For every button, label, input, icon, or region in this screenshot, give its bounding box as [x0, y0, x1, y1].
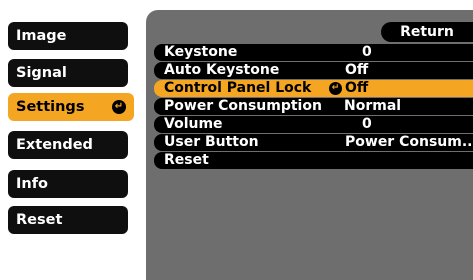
row-power-consumption[interactable]: Power Consumption Normal: [154, 98, 473, 115]
enter-icon: ↵: [112, 100, 126, 114]
sidebar-item-label: Signal: [16, 65, 67, 81]
row-label: Reset: [164, 152, 209, 168]
row-value: Off: [345, 62, 369, 78]
row-reset[interactable]: Reset: [154, 152, 473, 169]
sidebar-item-label: Settings: [16, 99, 85, 115]
sidebar-item-extended[interactable]: Extended: [8, 131, 128, 159]
row-value: Normal: [344, 98, 402, 114]
row-control-panel-lock[interactable]: Control Panel Lock ↵ Off: [154, 80, 473, 97]
row-user-button[interactable]: User Button Power Consum...: [154, 134, 473, 151]
row-value: Off: [345, 80, 369, 96]
sidebar-item-label: Info: [16, 176, 48, 192]
sidebar-item-image[interactable]: Image: [8, 22, 128, 50]
row-label: Power Consumption: [164, 98, 322, 114]
enter-icon: ↵: [329, 82, 342, 95]
row-label: Auto Keystone: [164, 62, 280, 78]
sidebar-item-label: Extended: [16, 137, 93, 153]
row-label: User Button: [164, 134, 259, 150]
row-label: Volume: [164, 116, 223, 132]
row-label: Control Panel Lock: [164, 80, 312, 96]
sidebar-item-signal[interactable]: Signal: [8, 59, 128, 87]
row-auto-keystone[interactable]: Auto Keystone Off: [154, 62, 473, 79]
row-label: Keystone: [164, 44, 238, 60]
settings-panel: Return Keystone 0 Auto Keystone Off Cont…: [146, 10, 473, 280]
row-value: 0: [362, 116, 372, 132]
row-keystone[interactable]: Keystone 0: [154, 44, 473, 61]
row-volume[interactable]: Volume 0: [154, 116, 473, 133]
row-value: Power Consum...: [345, 134, 473, 150]
sidebar-item-settings[interactable]: Settings ↵: [8, 93, 134, 121]
return-button[interactable]: Return: [381, 22, 473, 42]
settings-list: Keystone 0 Auto Keystone Off Control Pan…: [154, 44, 473, 170]
sidebar-item-label: Image: [16, 28, 67, 44]
return-label: Return: [400, 24, 454, 40]
row-value: 0: [362, 44, 372, 60]
sidebar-item-info[interactable]: Info: [8, 170, 128, 198]
sidebar-item-reset[interactable]: Reset: [8, 206, 128, 234]
sidebar-item-label: Reset: [16, 212, 63, 228]
